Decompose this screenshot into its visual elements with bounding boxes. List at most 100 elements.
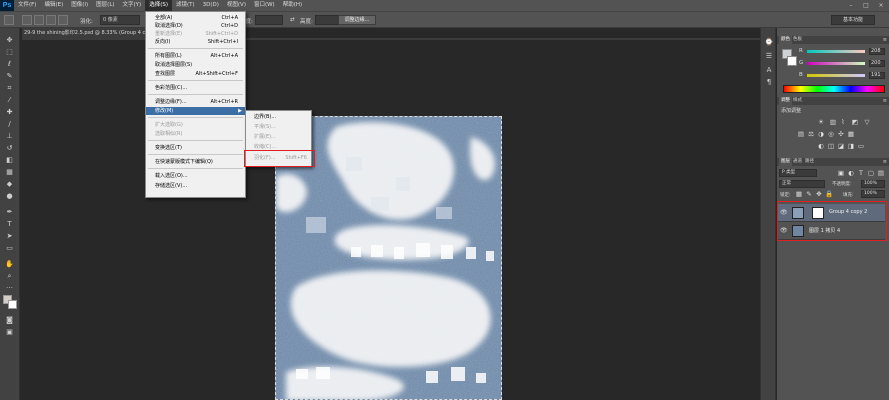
maximize-button[interactable]: □ [860, 1, 872, 10]
menu-3d[interactable]: 3D(D) [199, 0, 223, 11]
background-color-chip[interactable] [787, 56, 797, 66]
eyedropper-tool-icon[interactable]: ⁄ [3, 96, 16, 105]
menu-window[interactable]: 窗口(W) [250, 0, 279, 11]
minimize-button[interactable]: – [845, 1, 857, 10]
brush-tool-icon[interactable]: / [3, 120, 16, 129]
levels-icon[interactable]: ▥ [829, 118, 837, 126]
menu-item-transform-selection[interactable]: 变换选区(T) [146, 144, 245, 152]
menu-image[interactable]: 图像(I) [67, 0, 92, 11]
posterize-icon[interactable]: ◫ [827, 142, 835, 150]
submenu-item-expand[interactable]: 扩展(E)... [246, 133, 311, 143]
refine-edge-button[interactable]: 调整边缘... [338, 15, 376, 25]
character-panel-icon[interactable]: A [764, 66, 774, 75]
filter-type-icon[interactable]: T [857, 169, 865, 177]
brightness-contrast-icon[interactable]: ☀ [817, 118, 825, 126]
selective-color-icon[interactable]: ◨ [847, 142, 855, 150]
filter-smart-object-icon[interactable]: ▤ [877, 169, 885, 177]
zoom-tool-icon[interactable]: ⌕ [3, 272, 16, 281]
healing-brush-tool-icon[interactable]: ✚ [3, 108, 16, 117]
menu-view[interactable]: 视图(V) [223, 0, 250, 11]
fill-input[interactable]: 100% [861, 190, 885, 198]
panel-menu-icon[interactable]: ≡ [883, 36, 887, 44]
new-selection-icon[interactable] [22, 15, 32, 25]
panel-menu-icon[interactable]: ≡ [883, 97, 887, 105]
color-spectrum-bar[interactable] [783, 85, 885, 93]
menu-item-find-layers[interactable]: 查找图层 Alt+Shift+Ctrl+F [146, 70, 245, 78]
tab-styles[interactable]: 样式 [791, 97, 804, 105]
pen-tool-icon[interactable]: ✒ [3, 208, 16, 217]
exposure-icon[interactable]: ◩ [851, 118, 859, 126]
marquee-tool-preset-icon[interactable] [4, 15, 14, 25]
move-tool-icon[interactable]: ✥ [3, 36, 16, 45]
menu-select[interactable]: 选择(S) [145, 0, 172, 11]
lock-position-icon[interactable]: ✥ [815, 190, 823, 198]
channel-b-slider[interactable] [807, 74, 865, 77]
type-tool-icon[interactable]: T [3, 220, 16, 229]
menu-layer[interactable]: 图层(L) [92, 0, 118, 11]
menu-item-select-all[interactable]: 全部(A) Ctrl+A [146, 14, 245, 22]
menu-filter[interactable]: 滤镜(T) [172, 0, 199, 11]
submenu-item-smooth[interactable]: 平滑(S)... [246, 123, 311, 133]
quick-mask-icon[interactable]: ◙ [3, 316, 16, 325]
path-selection-tool-icon[interactable]: ➤ [3, 232, 16, 241]
channel-r-slider[interactable] [807, 50, 865, 53]
intersect-selection-icon[interactable] [58, 15, 68, 25]
menu-item-grow[interactable]: 扩大选取(G) [146, 121, 245, 129]
gradient-map-icon[interactable]: ▭ [857, 142, 865, 150]
hand-tool-icon[interactable]: ✋ [3, 260, 16, 269]
quick-select-tool-icon[interactable]: ✎ [3, 72, 16, 81]
add-to-selection-icon[interactable] [34, 15, 44, 25]
menu-edit[interactable]: 编辑(E) [40, 0, 67, 11]
dodge-tool-icon[interactable]: ● [3, 192, 16, 201]
menu-item-deselect-layers[interactable]: 取消选择图层(S) [146, 61, 245, 69]
submenu-item-border[interactable]: 边界(B)... [246, 113, 311, 123]
lock-transparent-icon[interactable]: ▦ [795, 190, 803, 198]
more-tools-icon[interactable]: … [3, 282, 16, 291]
color-balance-icon[interactable]: ⚖ [807, 130, 815, 138]
menu-help[interactable]: 帮助(H) [279, 0, 306, 11]
filter-pixel-icon[interactable]: ▣ [837, 169, 845, 177]
crop-tool-icon[interactable]: ⌗ [3, 84, 16, 93]
menu-item-all-layers[interactable]: 所有图层(L) Alt+Ctrl+A [146, 52, 245, 60]
filter-shape-icon[interactable]: ▢ [867, 169, 875, 177]
shape-tool-icon[interactable]: ▭ [3, 244, 16, 253]
background-color-swatch[interactable] [8, 300, 17, 309]
swap-icon[interactable]: ⇄ [290, 17, 295, 23]
history-panel-icon[interactable]: ⌚ [764, 38, 774, 47]
blur-tool-icon[interactable]: ◆ [3, 180, 16, 189]
close-button[interactable]: × [875, 1, 887, 10]
menu-type[interactable]: 文字(Y) [119, 0, 146, 11]
color-lookup-icon[interactable]: ▦ [847, 130, 855, 138]
menu-file[interactable]: 文件(F) [14, 0, 40, 11]
history-brush-tool-icon[interactable]: ↺ [3, 144, 16, 153]
hue-saturation-icon[interactable]: ▤ [797, 130, 805, 138]
channel-g-input[interactable]: 200 [869, 60, 885, 67]
panel-menu-icon[interactable]: ≡ [883, 158, 887, 166]
opacity-input[interactable]: 100% [861, 180, 885, 188]
tab-paths[interactable]: 路径 [803, 158, 816, 166]
menu-item-quick-mask[interactable]: 在快速蒙版模式下编辑(Q) [146, 158, 245, 166]
lock-all-icon[interactable]: 🔒 [825, 190, 833, 198]
threshold-icon[interactable]: ◪ [837, 142, 845, 150]
menu-item-deselect[interactable]: 取消选择(D) Ctrl+D [146, 22, 245, 30]
black-white-icon[interactable]: ◑ [817, 130, 825, 138]
menu-item-load-selection[interactable]: 载入选区(O)... [146, 172, 245, 180]
vibrance-icon[interactable]: ▽ [863, 118, 871, 126]
channel-mixer-icon[interactable]: ✣ [837, 130, 845, 138]
channel-r-input[interactable]: 208 [869, 48, 885, 55]
menu-item-similar[interactable]: 选取相似(R) [146, 130, 245, 138]
screen-mode-icon[interactable]: ▣ [3, 328, 16, 337]
curves-icon[interactable]: ⌇ [839, 118, 847, 126]
channel-g-slider[interactable] [807, 62, 865, 65]
feather-input[interactable]: 0 像素 [100, 15, 140, 25]
eraser-tool-icon[interactable]: ◧ [3, 156, 16, 165]
paragraph-panel-icon[interactable]: ¶ [764, 78, 774, 87]
menu-item-reselect[interactable]: 重新选择(E) Shift+Ctrl+D [146, 30, 245, 38]
channel-b-input[interactable]: 191 [869, 72, 885, 79]
menu-item-refine-edge[interactable]: 调整边缘(F)... Alt+Ctrl+R [146, 98, 245, 106]
subtract-from-selection-icon[interactable] [46, 15, 56, 25]
menu-item-color-range[interactable]: 色彩范围(C)... [146, 84, 245, 92]
clone-stamp-tool-icon[interactable]: ⊥ [3, 132, 16, 141]
properties-panel-icon[interactable]: ☰ [764, 52, 774, 61]
gradient-tool-icon[interactable]: ▦ [3, 168, 16, 177]
